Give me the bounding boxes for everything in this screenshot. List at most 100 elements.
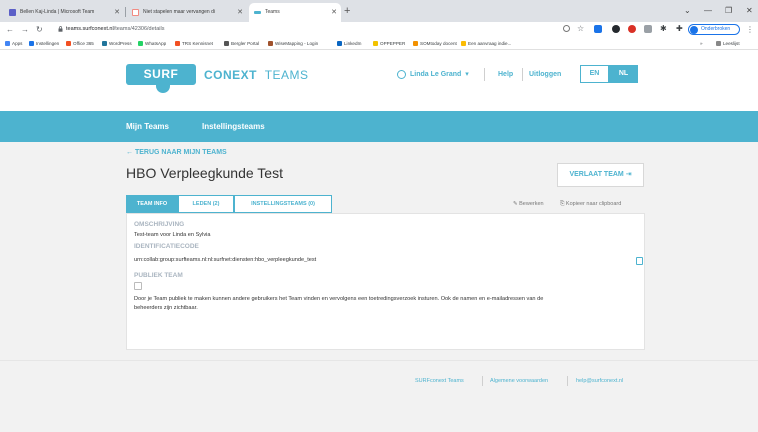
- close-icon[interactable]: ✕: [237, 3, 243, 22]
- description-value: Test-team voor Linda en Sylvia: [134, 232, 211, 238]
- bookmark-item[interactable]: TRS Kennisnet: [175, 37, 213, 50]
- public-team-label: PUBLIEK TEAM: [134, 272, 183, 279]
- office-icon: [66, 41, 71, 46]
- leave-team-button[interactable]: VERLAAT TEAM ⇥: [557, 163, 644, 187]
- footer-link-terms[interactable]: Algemene voorwaarden: [490, 376, 548, 386]
- team-info-panel: OMSCHRIJVING Test-team voor Linda en Syl…: [126, 213, 645, 350]
- footer-link-help-email[interactable]: help@surfconext.nl: [576, 376, 623, 386]
- close-window-icon[interactable]: ✕: [746, 3, 753, 19]
- browser-tab[interactable]: Niet stapelen maar vervangen di ✕: [127, 3, 247, 22]
- bookmark-label: LinkedIn: [344, 41, 362, 46]
- help-link[interactable]: Help: [498, 69, 513, 80]
- site-header: SURF CONEXT TEAMS Linda Le Grand ▾ Help …: [0, 50, 758, 111]
- menu-icon[interactable]: ⋮: [746, 23, 754, 36]
- surf-logo[interactable]: SURF: [126, 64, 196, 93]
- bookmark-item[interactable]: OPPEPPER: [373, 37, 405, 50]
- bookmark-item[interactable]: WordPress: [102, 37, 132, 50]
- bookmark-item[interactable]: Instellingen: [29, 37, 59, 50]
- browser-toolbar: ← → ↻ teams.surfconext.nl/teams/42306/de…: [0, 22, 758, 37]
- portal-icon: [224, 41, 229, 46]
- lang-en-button[interactable]: EN: [580, 65, 609, 83]
- bookmark-label: Bergler Portal: [231, 41, 260, 46]
- new-tab-button[interactable]: +: [344, 3, 350, 20]
- office-icon: [175, 41, 180, 46]
- minimize-icon[interactable]: —: [704, 3, 712, 19]
- lock-icon[interactable]: [58, 26, 63, 32]
- more-bookmarks-button[interactable]: »: [700, 37, 703, 50]
- bookmarks-bar: Apps Instellingen Office 365 WordPress W…: [0, 37, 758, 50]
- reading-list-button[interactable]: Leeslijst: [716, 37, 740, 50]
- bookmark-item[interactable]: SOMtoday docent: [413, 37, 457, 50]
- public-team-checkbox[interactable]: [134, 282, 142, 290]
- tab-institution-teams[interactable]: INSTELLINGSTEAMS (0): [234, 195, 332, 213]
- nav-institution-teams[interactable]: Instellingsteams: [202, 111, 265, 142]
- copy-icon[interactable]: [636, 257, 643, 265]
- extension-icon[interactable]: ✱: [660, 25, 668, 33]
- reading-list-icon: [716, 41, 721, 46]
- bookmark-label: Een aanvraag indie...: [468, 41, 512, 46]
- address-bar[interactable]: teams.surfconext.nl/teams/42306/details: [66, 22, 164, 37]
- close-icon[interactable]: ✕: [331, 3, 337, 22]
- bookmark-label: Leeslijst: [723, 41, 740, 46]
- chevron-down-icon[interactable]: ⌄: [684, 3, 691, 19]
- wordpress-icon: [102, 41, 107, 46]
- github-icon[interactable]: [612, 25, 620, 33]
- footer-link-surfconext-teams[interactable]: SURFconext Teams: [415, 376, 464, 386]
- back-arrow-icon[interactable]: ←: [6, 23, 14, 36]
- bookmark-item[interactable]: Apps: [5, 37, 22, 50]
- bookmark-label: SOMtoday docent: [420, 41, 457, 46]
- bookmark-item[interactable]: Bergler Portal: [224, 37, 259, 50]
- close-icon[interactable]: ✕: [114, 3, 120, 22]
- url-path: /teams/42306/details: [113, 26, 165, 32]
- mindmap-icon: [268, 41, 273, 46]
- whatsapp-icon: [138, 41, 143, 46]
- user-menu[interactable]: Linda Le Grand ▾: [410, 69, 469, 80]
- permissions-icon[interactable]: [563, 25, 570, 32]
- lang-nl-button[interactable]: NL: [609, 65, 638, 83]
- browser-tab[interactable]: Bellen Kaj-Linda | Microsoft Team ✕: [4, 3, 124, 22]
- back-to-my-teams-link[interactable]: ← TERUG NAAR MIJN TEAMS: [126, 148, 227, 158]
- url-host: teams.surfconext.nl: [66, 26, 114, 32]
- linkedin-icon: [337, 41, 342, 46]
- apps-icon: [5, 41, 10, 46]
- puzzle-icon[interactable]: ✚: [676, 25, 684, 33]
- footer-divider: [0, 360, 758, 361]
- extension-icon[interactable]: [594, 25, 602, 33]
- bookmark-item[interactable]: WiseMapping - Login: [268, 37, 318, 50]
- copy-to-clipboard-button[interactable]: ⎘ Kopieer naar clipboard: [560, 199, 621, 209]
- reload-icon[interactable]: ↻: [36, 23, 43, 36]
- profile-button[interactable]: Onderbroken: [688, 24, 740, 35]
- bookmark-item[interactable]: Office 365: [66, 37, 94, 50]
- pepper-icon: [373, 41, 378, 46]
- bookmark-label: TRS Kennisnet: [182, 41, 213, 46]
- bookmark-label: WhatsApp: [145, 41, 167, 46]
- logo-text-teams: TEAMS: [264, 68, 309, 82]
- extension-icon[interactable]: [628, 25, 636, 33]
- tab-team-info[interactable]: TEAM INFO: [126, 195, 178, 213]
- public-team-description: Door je Team publiek te maken kunnen and…: [134, 296, 544, 302]
- identifier-value: urn:collab:group:surfteams.nl:nl:surfnet…: [134, 257, 317, 263]
- maximize-icon[interactable]: ❐: [725, 3, 732, 19]
- avatar: [690, 26, 698, 34]
- folder-icon: [413, 41, 418, 46]
- forward-arrow-icon[interactable]: →: [21, 23, 29, 36]
- extension-icon[interactable]: [644, 25, 652, 33]
- browser-tab-active[interactable]: Teams ✕: [249, 3, 341, 22]
- bookmark-item[interactable]: WhatsApp: [138, 37, 166, 50]
- bookmark-label: WiseMapping - Login: [275, 41, 319, 46]
- bookmark-item[interactable]: Een aanvraag indie...: [461, 37, 511, 50]
- tab-members[interactable]: LEDEN (2): [178, 195, 234, 213]
- browser-tab-title: Bellen Kaj-Linda | Microsoft Team: [20, 9, 95, 15]
- user-name: Linda Le Grand: [410, 71, 462, 78]
- bookmark-label: Office 365: [73, 41, 94, 46]
- main-nav: Mijn Teams Instellingsteams: [0, 111, 758, 142]
- logo-text[interactable]: CONEXT TEAMS: [204, 65, 309, 85]
- logout-link[interactable]: Uitloggen: [529, 69, 561, 80]
- bookmark-label: Apps: [12, 41, 23, 46]
- star-icon[interactable]: ☆: [577, 25, 585, 33]
- edit-button[interactable]: ✎ Bewerken: [513, 199, 544, 209]
- settings-icon: [29, 41, 34, 46]
- bookmark-item[interactable]: LinkedIn: [337, 37, 361, 50]
- nav-my-teams[interactable]: Mijn Teams: [126, 111, 169, 142]
- identifier-label: IDENTIFICATIECODE: [134, 243, 199, 250]
